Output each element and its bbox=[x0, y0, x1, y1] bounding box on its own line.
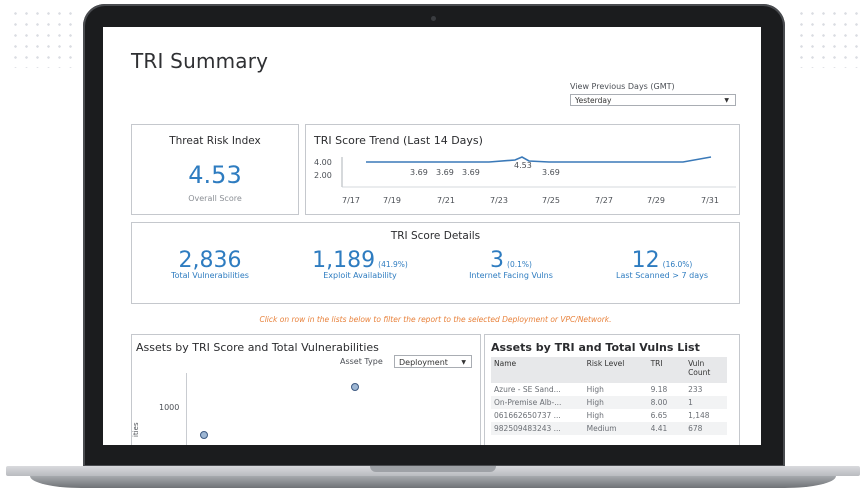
metric-label: Total Vulnerabilities bbox=[171, 271, 249, 280]
asset-type-select[interactable]: Deployment ▼ bbox=[394, 355, 472, 368]
metric-label: Last Scanned > 7 days bbox=[615, 271, 709, 280]
tri-title: Threat Risk Index bbox=[169, 135, 261, 147]
trend-point-label: 3.69 bbox=[410, 168, 428, 177]
scatter-point[interactable] bbox=[200, 431, 208, 439]
trend-chart: 4.00 2.00 3.69 3.69 3.69 4.53 3.69 7/17 … bbox=[314, 156, 736, 205]
metric-total-vulnerabilities[interactable]: 2,836 Total Vulnerabilities bbox=[160, 248, 260, 280]
cell-risk-level: High bbox=[586, 411, 604, 420]
page-title: TRI Summary bbox=[131, 49, 269, 73]
column-header-risk-level[interactable]: Risk Level bbox=[583, 357, 648, 383]
trend-y-tick: 4.00 bbox=[314, 158, 332, 167]
decorative-dots-right bbox=[796, 8, 866, 68]
asset-type-value: Deployment bbox=[399, 358, 448, 367]
trend-point-label: 4.53 bbox=[514, 161, 532, 170]
asset-type-label: Asset Type bbox=[340, 357, 383, 366]
column-header-tri[interactable]: TRI bbox=[647, 357, 686, 383]
dashboard-screen: TRI Summary View Previous Days (GMT) Yes… bbox=[103, 27, 761, 445]
cell-vuln-count: 1 bbox=[685, 396, 727, 409]
table-row[interactable]: 982509483243 ... Medium 4.41 678 bbox=[491, 422, 727, 435]
cell-tri: 9.18 bbox=[650, 385, 668, 394]
scatter-point[interactable] bbox=[351, 383, 359, 391]
tri-value: 4.53 bbox=[188, 161, 242, 189]
table-header-row: Name Risk Level TRI Vuln Count bbox=[491, 357, 727, 383]
trend-point-label: 3.69 bbox=[462, 168, 480, 177]
period-select[interactable]: Yesterday ▼ bbox=[570, 94, 736, 106]
cell-tri: 8.00 bbox=[647, 396, 686, 409]
metric-exploit-availability[interactable]: 1,189 (41.9%) Exploit Availability bbox=[300, 248, 420, 280]
trend-x-tick: 7/31 bbox=[701, 196, 719, 205]
laptop-notch bbox=[370, 466, 496, 472]
trend-x-tick: 7/29 bbox=[647, 196, 665, 205]
cell-vuln-count: 233 bbox=[688, 385, 703, 394]
laptop-base bbox=[0, 466, 866, 499]
chevron-down-icon: ▼ bbox=[461, 359, 466, 366]
metric-value: 2,836 bbox=[178, 248, 242, 273]
cell-risk-level: High bbox=[583, 396, 648, 409]
metric-percent: (41.9%) bbox=[378, 260, 408, 269]
metric-value: 3 bbox=[490, 248, 505, 273]
cell-risk-level: Medium bbox=[583, 422, 648, 435]
metric-internet-facing-vulns[interactable]: 3 (0.1%) Internet Facing Vulns bbox=[456, 248, 566, 280]
table-row[interactable]: 061662650737 ... High 6.65 1,148 bbox=[491, 409, 727, 422]
metric-percent: (0.1%) bbox=[507, 260, 532, 269]
column-header-name[interactable]: Name bbox=[491, 357, 584, 383]
camera-icon bbox=[431, 16, 436, 21]
period-label: View Previous Days (GMT) bbox=[570, 82, 675, 91]
vuln-list-panel: Assets by TRI and Total Vulns List Name … bbox=[484, 334, 740, 445]
details-title: TRI Score Details bbox=[390, 230, 481, 242]
trend-point-label: 3.69 bbox=[542, 168, 560, 177]
table-row[interactable]: On-Premise Alb-... High 8.00 1 bbox=[491, 396, 727, 409]
table-row[interactable]: Azure - SE Sand... High 9.18 233 bbox=[491, 383, 727, 396]
assets-scatter-plot bbox=[186, 373, 477, 445]
assets-y-tick: 1000 bbox=[159, 403, 180, 412]
vuln-list-title: Assets by TRI and Total Vulns List bbox=[491, 341, 700, 354]
cell-risk-level: High bbox=[586, 385, 604, 394]
cell-name: 982509483243 ... bbox=[491, 422, 584, 435]
cell-vuln-count: 678 bbox=[685, 422, 727, 435]
trend-x-tick: 7/27 bbox=[595, 196, 613, 205]
metric-value: 1,189 bbox=[312, 248, 376, 273]
trend-x-tick: 7/25 bbox=[542, 196, 560, 205]
trend-x-tick: 7/19 bbox=[383, 196, 401, 205]
trend-y-tick: 2.00 bbox=[314, 171, 332, 180]
metric-value: 12 bbox=[631, 248, 660, 273]
cell-vuln-count: 1,148 bbox=[688, 411, 710, 420]
tri-details-panel: TRI Score Details 2,836 Total Vulnerabil… bbox=[131, 222, 740, 304]
cell-name: On-Premise Alb-... bbox=[491, 396, 584, 409]
assets-chart-panel: Assets by TRI Score and Total Vulnerabil… bbox=[131, 334, 481, 445]
filter-hint: Click on row in the lists below to filte… bbox=[259, 315, 612, 324]
trend-x-tick: 7/21 bbox=[437, 196, 455, 205]
trend-x-tick: 7/17 bbox=[342, 196, 360, 205]
chevron-down-icon: ▼ bbox=[724, 97, 729, 104]
metric-percent: (16.0%) bbox=[662, 260, 693, 269]
metric-last-scanned[interactable]: 12 (16.0%) Last Scanned > 7 days bbox=[602, 248, 722, 280]
assets-y-axis-label: ities bbox=[132, 422, 140, 437]
threat-risk-index-panel: Threat Risk Index 4.53 Overall Score bbox=[131, 124, 299, 215]
cell-name: 061662650737 ... bbox=[494, 411, 561, 420]
tri-trend-panel: TRI Score Trend (Last 14 Days) 4.00 2.00… bbox=[305, 124, 740, 215]
metric-label: Internet Facing Vulns bbox=[469, 271, 553, 280]
trend-x-tick: 7/23 bbox=[490, 196, 508, 205]
cell-tri: 4.41 bbox=[647, 422, 686, 435]
cell-name: Azure - SE Sand... bbox=[494, 385, 561, 394]
tri-label: Overall Score bbox=[188, 194, 242, 203]
column-header-vuln-count[interactable]: Vuln Count bbox=[685, 357, 727, 383]
cell-tri: 6.65 bbox=[650, 411, 668, 420]
trend-point-label: 3.69 bbox=[436, 168, 454, 177]
decorative-dots-left bbox=[10, 8, 80, 68]
period-select-value: Yesterday bbox=[575, 96, 612, 105]
vuln-table: Name Risk Level TRI Vuln Count Azure - S… bbox=[491, 357, 727, 435]
assets-chart-title: Assets by TRI Score and Total Vulnerabil… bbox=[136, 341, 379, 354]
trend-line bbox=[366, 156, 712, 163]
laptop-base-bottom bbox=[30, 476, 836, 488]
